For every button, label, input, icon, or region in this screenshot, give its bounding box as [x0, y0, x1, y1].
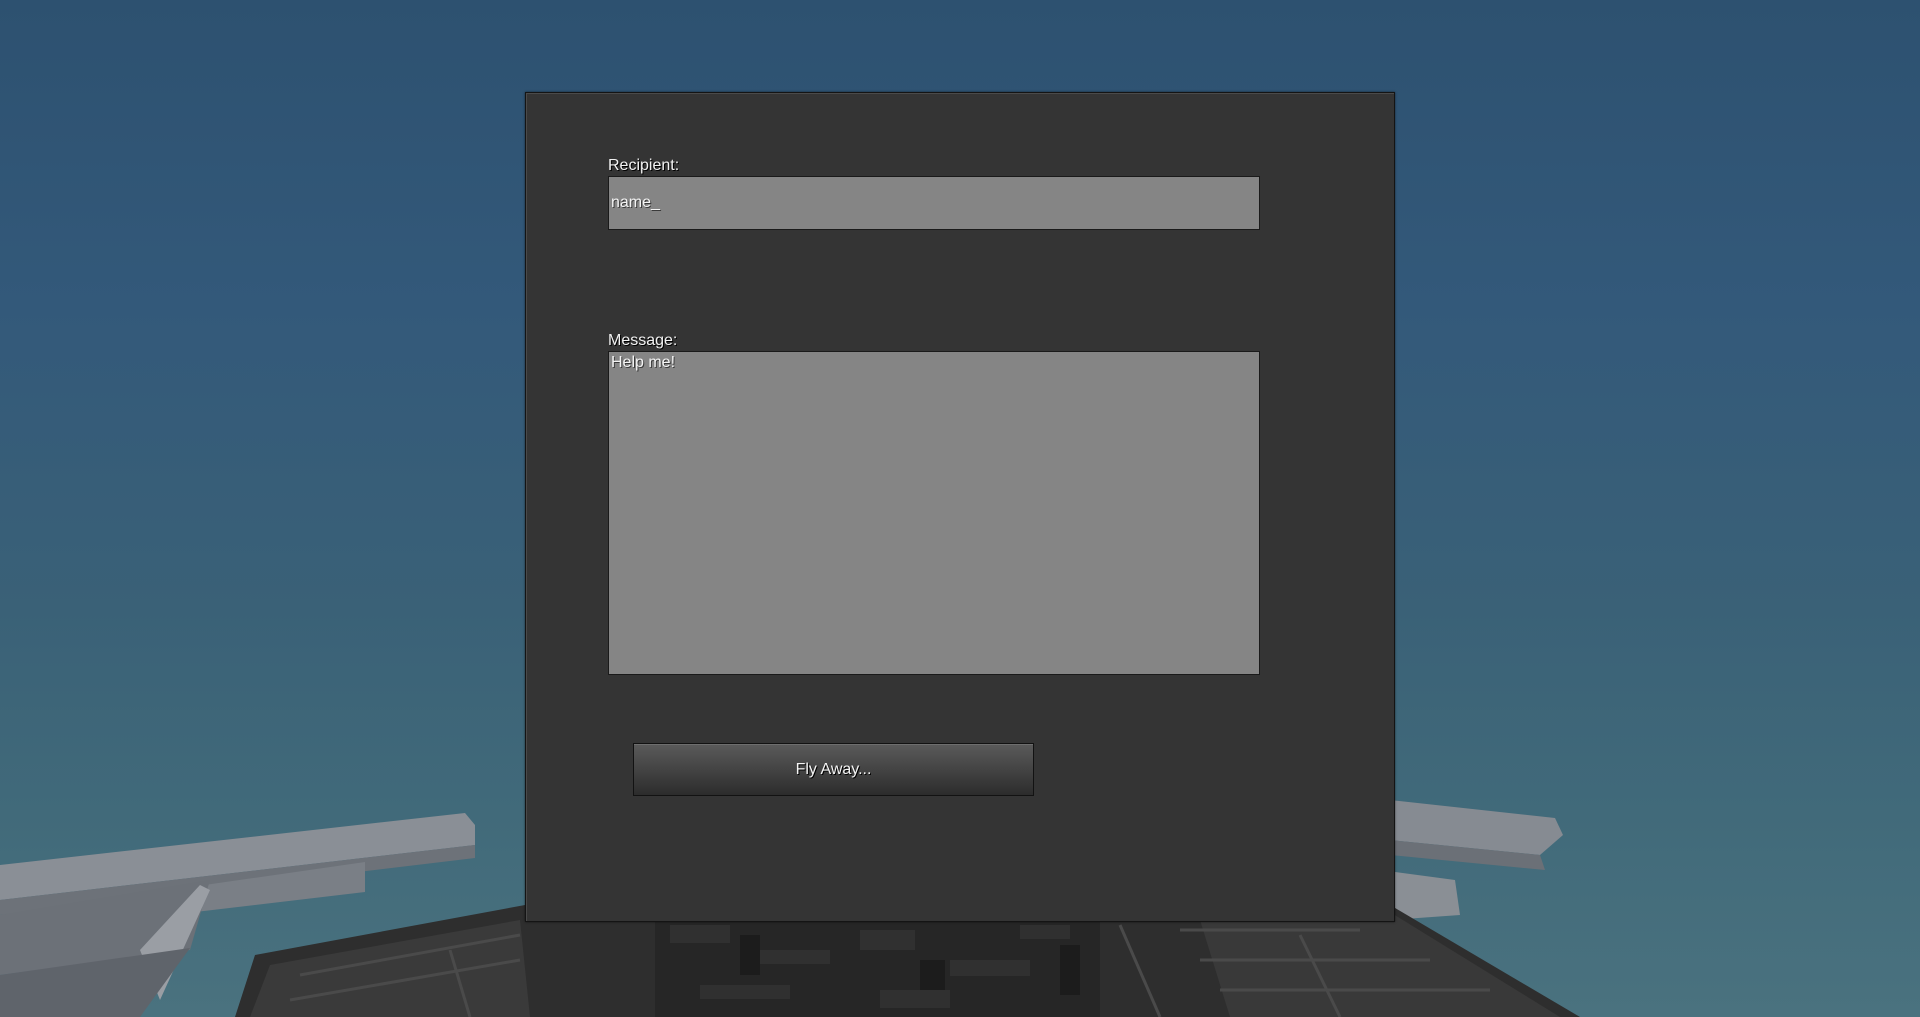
fly-away-button[interactable]: Fly Away...: [633, 743, 1034, 796]
message-label: Message:: [608, 332, 678, 349]
message-textarea[interactable]: Help me!: [608, 351, 1260, 675]
recipient-label: Recipient:: [608, 157, 680, 174]
recipient-input[interactable]: name_: [608, 176, 1260, 230]
mail-dialog: Recipient: name_ Message: Help me! Fly A…: [525, 92, 1395, 922]
